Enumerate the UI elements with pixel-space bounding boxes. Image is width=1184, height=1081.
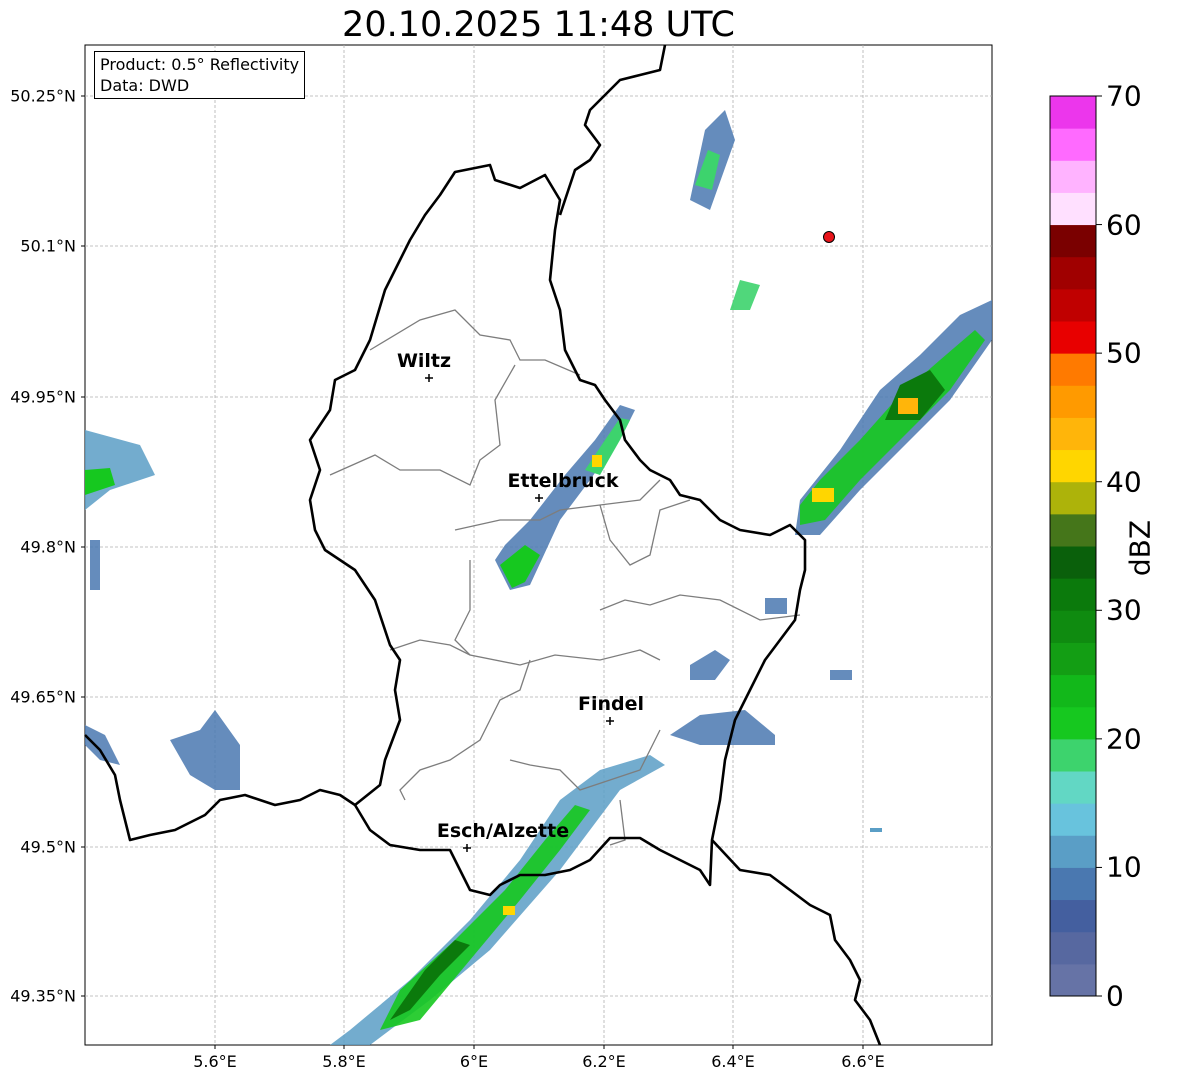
colorbar-segment [1050,963,1096,997]
lat-label-5: 49.5°N [20,837,76,857]
colorbar-segment [1050,96,1096,129]
lon-label-0: 5.6°E [193,1052,237,1071]
colorbar-segment [1050,192,1096,226]
colorbar-segment [1050,803,1096,836]
lat-label-3: 49.8°N [20,537,76,557]
colorbar-segment [1050,128,1096,161]
colorbar-segment [1050,449,1096,483]
colorbar-tick-label: 20 [1106,722,1142,756]
colorbar-segment [1050,546,1096,579]
lon-label-5: 6.6°E [841,1052,885,1071]
city-label-esch-alzette: Esch/Alzette [436,820,570,842]
echo-yellow-3 [898,398,918,414]
echo-east-3 [765,598,787,614]
lat-label-2: 49.95°N [10,387,76,407]
colorbar-segment [1050,835,1096,868]
colorbar-segment [1050,610,1096,643]
colorbar-segment [1050,642,1096,676]
colorbar-segment [1050,417,1096,451]
colorbar [1049,95,1102,997]
colorbar-segment [1050,321,1096,354]
city-label-ettelbruck: Ettelbruck [507,470,619,492]
colorbar-tick-label: 70 [1106,79,1142,113]
colorbar-label: dBZ [1123,519,1157,577]
colorbar-segment [1050,578,1096,611]
colorbar-tick-label: 30 [1106,593,1142,627]
colorbar-tick-label: 40 [1106,465,1142,499]
colorbar-tick-label: 10 [1106,850,1142,884]
colorbar-segment [1050,674,1096,708]
lon-label-2: 6°E [459,1052,489,1071]
info-box: Product: 0.5° Reflectivity Data: DWD [94,51,306,99]
echo-east-4 [830,670,852,680]
lat-label-6: 49.35°N [10,986,76,1006]
lon-label-3: 6.2°E [582,1052,626,1071]
echo-nw-stripe [90,540,100,590]
colorbar-segment [1050,353,1096,386]
info-data-source: Data: DWD [100,76,190,95]
colorbar-segment [1050,513,1096,547]
colorbar-tick-label: 50 [1106,336,1142,370]
colorbar-segment [1050,899,1096,933]
colorbar-segment [1050,224,1096,258]
radar-site-marker [823,231,835,243]
colorbar-segment [1050,385,1096,418]
colorbar-segment [1050,931,1096,965]
colorbar-segment [1050,706,1096,740]
lon-label-1: 5.8°E [322,1052,366,1071]
lat-label-1: 50.1°N [20,236,76,256]
colorbar-segment [1050,771,1096,804]
echo-east-5 [870,828,882,832]
echo-yellow-2 [592,455,602,467]
colorbar-tick-label: 60 [1106,208,1142,242]
city-label-wiltz: Wiltz [396,350,452,372]
radar-map [81,44,1102,1049]
info-product: Product: 0.5° Reflectivity [100,55,300,74]
colorbar-segment [1050,288,1096,322]
colorbar-segment [1050,738,1096,772]
colorbar-tick-label: 0 [1106,979,1124,1013]
colorbar-segment [1050,481,1096,515]
colorbar-segment [1050,256,1096,290]
lon-label-4: 6.4°E [711,1052,755,1071]
lat-label-4: 49.65°N [10,687,76,707]
lat-label-0: 50.25°N [10,86,76,106]
colorbar-segment [1050,867,1096,901]
echo-yellow-4 [812,488,834,502]
colorbar-segment [1050,160,1096,193]
echo-yellow-1 [503,906,515,915]
city-label-findel: Findel [577,693,645,715]
